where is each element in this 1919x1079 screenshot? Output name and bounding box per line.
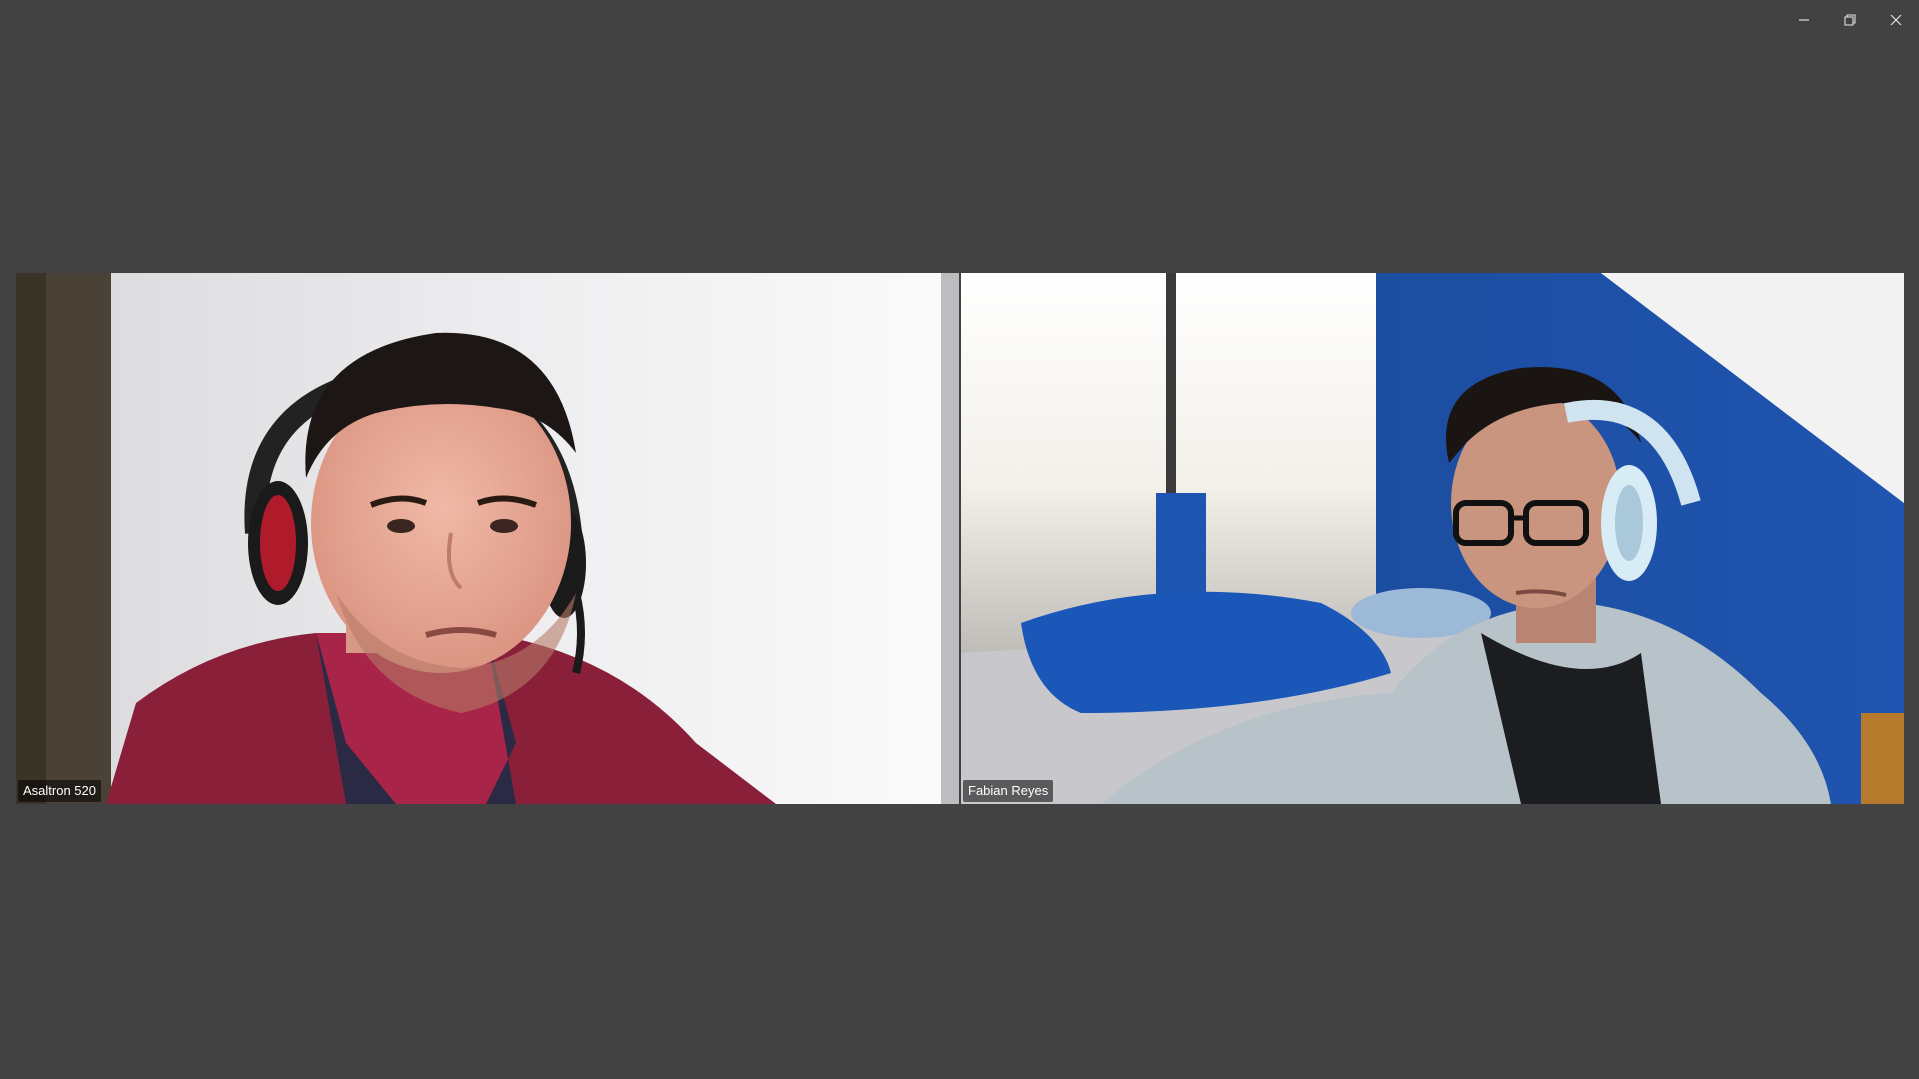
close-icon <box>1890 14 1902 26</box>
minimize-button[interactable] <box>1781 0 1827 40</box>
video-tile-participant-1[interactable]: Asaltron 520 <box>16 273 959 804</box>
meeting-window: Asaltron 520 Fabian Reyes <box>0 0 1919 1079</box>
restore-icon <box>1844 14 1856 26</box>
participant-name-tag: Fabian Reyes <box>963 780 1054 802</box>
participant-name-tag: Asaltron 520 <box>18 780 101 802</box>
close-button[interactable] <box>1873 0 1919 40</box>
restore-button[interactable] <box>1827 0 1873 40</box>
video-tile-participant-2[interactable]: Fabian Reyes <box>961 273 1904 804</box>
minimize-icon <box>1799 19 1809 21</box>
window-controls <box>1781 0 1919 40</box>
participant-video <box>961 273 1904 804</box>
video-gallery: Asaltron 520 Fabian Reyes <box>16 273 1904 804</box>
participant-video <box>16 273 959 804</box>
